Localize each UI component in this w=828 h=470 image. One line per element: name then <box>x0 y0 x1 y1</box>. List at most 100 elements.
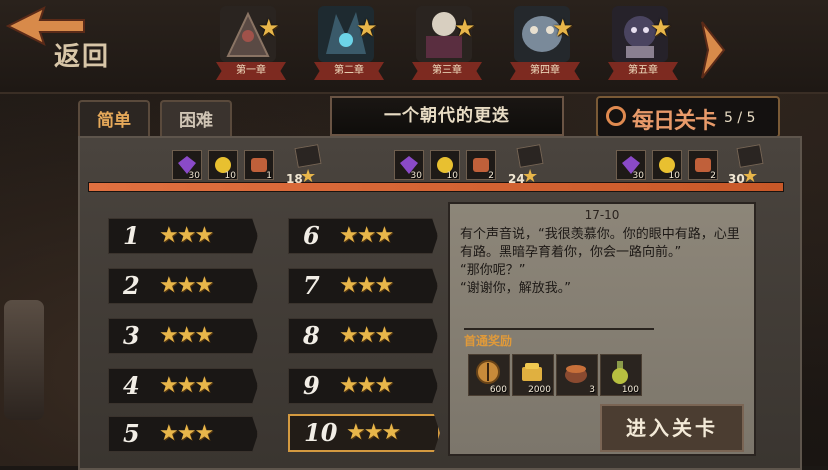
level-stars: ★★★ <box>159 273 214 298</box>
milestone-marker[interactable]: 18 ★ <box>286 144 322 187</box>
level-story-text: 有个声音说，“我很羡慕你。你的眼中有路，心里有路。黑暗孕育着你，你会一路向前。”… <box>460 227 740 296</box>
level-number: 7 <box>303 271 320 300</box>
star-icon: ★ <box>258 14 280 42</box>
reward-qty: 1 <box>266 171 272 181</box>
chapter-label: 第五章 <box>608 62 678 80</box>
star-progress-fill <box>89 183 783 191</box>
milestone-reward[interactable]: 2 <box>688 150 718 181</box>
chapter-item-1[interactable]: ★ 第一章 <box>210 4 292 86</box>
drop-qty: 3 <box>589 385 595 395</box>
level-number: 1 <box>123 221 140 250</box>
daily-count: 5 / 5 <box>724 110 756 126</box>
drop-item[interactable]: 3 <box>556 354 598 396</box>
star-icon: ★ <box>552 14 574 42</box>
level-button[interactable]: 1 ★★★ <box>108 218 258 254</box>
star-icon: ★ <box>454 14 476 42</box>
star-icon: ★ <box>742 166 759 187</box>
level-number: 3 <box>123 321 140 350</box>
star-icon: ★ <box>650 14 672 42</box>
level-number: 4 <box>123 371 140 400</box>
tab-easy[interactable]: 简单 <box>78 100 150 140</box>
enter-stage-button[interactable]: 进入关卡 <box>600 404 744 452</box>
drop-qty: 600 <box>489 385 507 395</box>
arrow-right-icon[interactable] <box>698 20 726 80</box>
gold-stack-icon <box>522 363 542 381</box>
level-button[interactable]: 7 ★★★ <box>288 268 438 304</box>
candle-decoration <box>4 300 44 420</box>
compass-icon <box>476 360 500 384</box>
top-bar: 返回 ★ 第一章 ★ 第二章 ★ 第三章 ★ 第四章 ★ 第五章 <box>0 0 828 94</box>
daily-stage-button[interactable]: 每日关卡 5 / 5 <box>596 96 780 138</box>
reward-qty: 2 <box>710 171 716 181</box>
level-number: 5 <box>123 419 140 448</box>
drop-item[interactable]: 2000 <box>512 354 554 396</box>
level-stars: ★★★ <box>346 420 401 445</box>
milestone-marker[interactable]: 24 ★ <box>508 144 544 187</box>
chapter-item-5[interactable]: ★ 第五章 <box>602 4 684 86</box>
level-button[interactable]: 3 ★★★ <box>108 318 258 354</box>
milestone-reward[interactable]: 10 <box>430 150 460 181</box>
milestone-reward[interactable]: 10 <box>208 150 238 181</box>
chapter-title: 一个朝代的更迭 <box>330 96 564 136</box>
chapter-label: 第二章 <box>314 62 384 80</box>
level-stars: ★★★ <box>159 323 214 348</box>
milestone-reward[interactable]: 30 <box>616 150 646 181</box>
potion-icon <box>612 361 628 384</box>
chest-icon <box>736 144 764 168</box>
level-stars: ★★★ <box>339 273 394 298</box>
tab-hard[interactable]: 困难 <box>160 100 232 140</box>
level-stars: ★★★ <box>159 421 214 446</box>
level-stars: ★★★ <box>159 223 214 248</box>
star-progress-bar <box>88 182 784 192</box>
level-button[interactable]: 6 ★★★ <box>288 218 438 254</box>
milestone-reward[interactable]: 10 <box>652 150 682 181</box>
chapter-item-4[interactable]: ★ 第四章 <box>504 4 586 86</box>
reward-qty: 30 <box>188 171 200 181</box>
milestone-reward[interactable]: 30 <box>172 150 202 181</box>
reward-qty: 10 <box>224 171 236 181</box>
milestone-marker[interactable]: 30 ★ <box>728 144 764 187</box>
reward-qty: 10 <box>446 171 458 181</box>
milestone-reward[interactable]: 2 <box>466 150 496 181</box>
level-stars: ★★★ <box>339 373 394 398</box>
level-number: 8 <box>303 321 320 350</box>
drop-item[interactable]: 600 <box>468 354 510 396</box>
divider <box>464 328 654 330</box>
level-button[interactable]: 9 ★★★ <box>288 368 438 404</box>
cauldron-icon <box>565 365 587 383</box>
level-detail-title: 17-10 <box>584 208 620 222</box>
level-stars: ★★★ <box>159 373 214 398</box>
chapter-label: 第三章 <box>412 62 482 80</box>
drop-qty: 2000 <box>528 385 551 395</box>
reward-qty: 30 <box>632 171 644 181</box>
star-icon: ★ <box>522 166 539 187</box>
level-button[interactable]: 4 ★★★ <box>108 368 258 404</box>
level-number: 10 <box>304 418 338 447</box>
level-number: 6 <box>303 221 320 250</box>
chapter-label: 第一章 <box>216 62 286 80</box>
level-stars: ★★★ <box>339 223 394 248</box>
level-stars: ★★★ <box>339 323 394 348</box>
chapter-item-2[interactable]: ★ 第二章 <box>308 4 390 86</box>
level-number: 2 <box>123 271 140 300</box>
level-button-selected[interactable]: 10 ★★★ <box>288 414 440 452</box>
spiral-icon <box>606 106 626 126</box>
level-number: 9 <box>303 371 320 400</box>
drop-qty: 100 <box>621 385 639 395</box>
first-clear-rewards-label: 首通奖励 <box>464 334 513 348</box>
milestone-reward[interactable]: 1 <box>244 150 274 181</box>
reward-qty: 10 <box>668 171 680 181</box>
level-button[interactable]: 5 ★★★ <box>108 416 258 452</box>
back-label: 返回 <box>54 42 111 72</box>
drop-item[interactable]: 100 <box>600 354 642 396</box>
chest-icon <box>294 144 322 168</box>
chapter-item-3[interactable]: ★ 第三章 <box>406 4 488 86</box>
level-button[interactable]: 2 ★★★ <box>108 268 258 304</box>
milestone-reward[interactable]: 30 <box>394 150 424 181</box>
chest-icon <box>516 144 544 168</box>
daily-label: 每日关卡 <box>632 108 717 134</box>
chapter-selector: ★ 第一章 ★ 第二章 ★ 第三章 ★ 第四章 ★ 第五章 <box>210 4 700 86</box>
chapter-label: 第四章 <box>510 62 580 80</box>
back-button[interactable]: 返回 <box>6 6 126 76</box>
level-button[interactable]: 8 ★★★ <box>288 318 438 354</box>
